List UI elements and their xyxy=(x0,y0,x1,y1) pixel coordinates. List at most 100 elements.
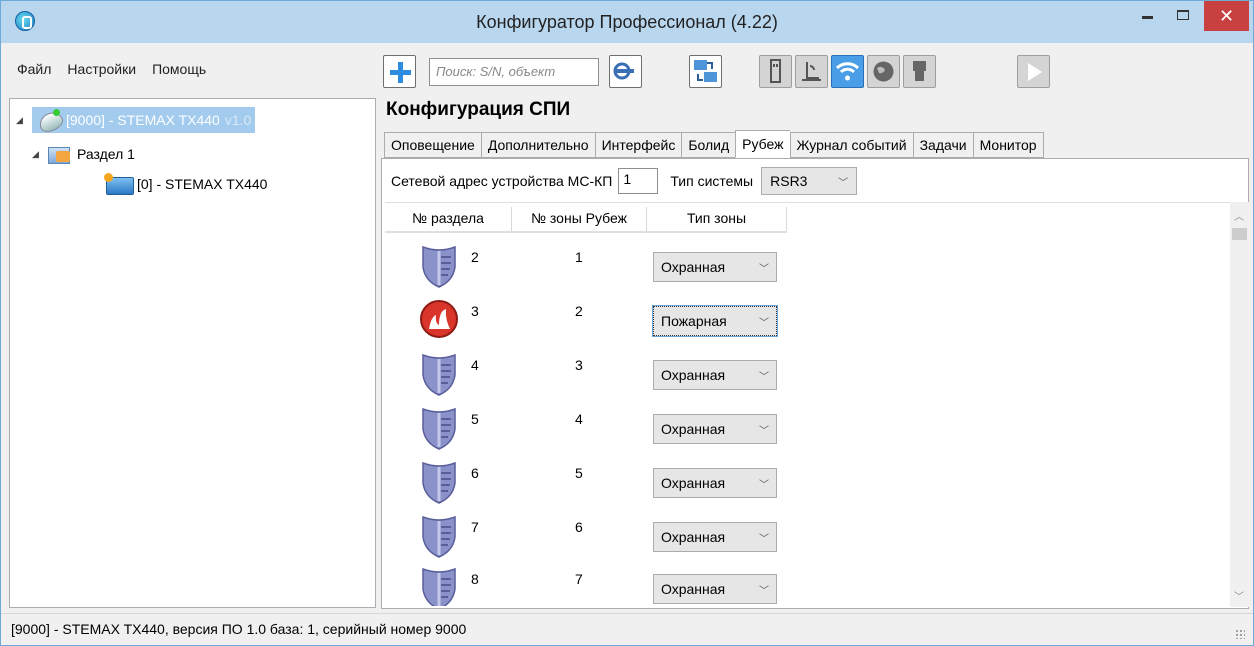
page-title: Конфигурация СПИ xyxy=(386,99,571,120)
grid-header: № раздела № зоны Рубеж Тип зоны xyxy=(385,207,787,233)
chevron-down-icon: ﹀ xyxy=(759,425,769,437)
sync-button[interactable] xyxy=(689,55,722,88)
key-button[interactable] xyxy=(609,55,642,88)
zone-type-value: Пожарная xyxy=(661,313,727,329)
wifi-button[interactable] xyxy=(831,55,864,88)
search-input[interactable]: Поиск: S/N, объект xyxy=(429,58,599,86)
shield-icon xyxy=(419,243,459,289)
table-row[interactable]: 5 4 Охранная ﹀ xyxy=(385,405,1205,455)
serial-button[interactable] xyxy=(903,55,936,88)
column-header-partition[interactable]: № раздела xyxy=(385,207,512,231)
window-title: Конфигуратор Профессионал (4.22) xyxy=(476,12,778,32)
fire-icon xyxy=(419,299,459,339)
section-folder-icon xyxy=(48,144,74,164)
shield-icon xyxy=(419,459,459,505)
table-row[interactable]: 8 7 Охранная ﹀ xyxy=(385,565,1205,606)
menu-help[interactable]: Помощь xyxy=(144,61,214,85)
satellite-dish-icon xyxy=(36,109,64,131)
chevron-down-icon: ﹀ xyxy=(838,177,849,189)
system-type-label: Тип системы xyxy=(670,173,754,189)
tree-item-root[interactable]: ◢ [9000] - STEMAX TX440 v1.0 xyxy=(16,107,256,133)
table-row[interactable]: 6 5 Охранная ﹀ xyxy=(385,459,1205,509)
minimize-button[interactable] xyxy=(1129,1,1165,31)
chevron-down-icon: ﹀ xyxy=(759,533,769,545)
add-button[interactable] xyxy=(383,55,416,88)
system-type-select[interactable]: RSR3 ﹀ xyxy=(761,167,858,195)
tab-additional[interactable]: Дополнительно xyxy=(480,132,595,158)
resize-grip-icon[interactable] xyxy=(1235,629,1245,639)
tab-bolid[interactable]: Болид xyxy=(681,132,736,158)
object-tree[interactable]: ◢ [9000] - STEMAX TX440 v1.0 ◢ Раздел 1 … xyxy=(9,98,376,608)
key-icon xyxy=(613,62,634,80)
menu-settings[interactable]: Настройки xyxy=(59,61,144,85)
tree-item-section[interactable]: ◢ Раздел 1 xyxy=(32,141,135,167)
app-window: Конфигуратор Профессионал (4.22) ✕ Файл … xyxy=(0,0,1254,646)
zone-number: 3 xyxy=(575,357,583,373)
zone-type-select[interactable]: Охранная ﹀ xyxy=(653,522,777,552)
column-header-zone-type[interactable]: Тип зоны xyxy=(647,207,787,231)
zone-type-value: Охранная xyxy=(661,581,726,597)
zone-type-select[interactable]: Охранная ﹀ xyxy=(653,414,777,444)
globe-button[interactable] xyxy=(867,55,900,88)
system-type-value: RSR3 xyxy=(770,173,808,189)
tab-interface[interactable]: Интерфейс xyxy=(594,132,682,158)
chevron-down-icon: ﹀ xyxy=(759,371,769,383)
status-bar: [9000] - STEMAX TX440, версия ПО 1.0 баз… xyxy=(1,613,1253,645)
zone-type-value: Охранная xyxy=(661,421,726,437)
network-address-label: Сетевой адрес устройства МС-КП xyxy=(391,173,613,189)
zone-type-select[interactable]: Охранная ﹀ xyxy=(653,252,777,282)
zone-number: 6 xyxy=(575,519,583,535)
zones-grid[interactable]: № раздела № зоны Рубеж Тип зоны 2 1 Охра… xyxy=(385,202,1230,606)
tab-monitor[interactable]: Монитор xyxy=(972,132,1044,158)
tree-item-device-label: [0] - STEMAX TX440 xyxy=(137,176,268,192)
zone-type-select[interactable]: Охранная ﹀ xyxy=(653,360,777,390)
vertical-scrollbar[interactable]: ︿ ﹀ xyxy=(1230,202,1249,607)
zone-number: 1 xyxy=(575,249,583,265)
scroll-up-icon[interactable]: ︿ xyxy=(1234,208,1244,223)
tree-item-root-version: v1.0 xyxy=(224,112,252,128)
table-row[interactable]: 3 2 Пожарная ﹀ xyxy=(385,297,1205,347)
expand-arrow-icon[interactable]: ◢ xyxy=(32,149,44,160)
status-text: [9000] - STEMAX TX440, версия ПО 1.0 баз… xyxy=(11,621,467,637)
shield-icon xyxy=(419,513,459,559)
close-button[interactable]: ✕ xyxy=(1204,1,1249,31)
partition-number: 7 xyxy=(471,519,479,535)
device-icon xyxy=(104,173,134,195)
maximize-button[interactable] xyxy=(1165,1,1201,31)
modem-icon xyxy=(802,62,821,81)
usb-icon xyxy=(770,59,781,83)
scroll-thumb[interactable] xyxy=(1232,228,1247,240)
column-header-zone[interactable]: № зоны Рубеж xyxy=(512,207,647,231)
zone-type-select[interactable]: Охранная ﹀ xyxy=(653,468,777,498)
partition-number: 8 xyxy=(471,571,479,587)
network-address-input[interactable]: 1 xyxy=(618,168,659,194)
tab-event-log[interactable]: Журнал событий xyxy=(789,132,913,158)
tree-item-root-selected[interactable]: [9000] - STEMAX TX440 v1.0 xyxy=(32,107,256,133)
shield-icon xyxy=(419,351,459,397)
expand-arrow-icon[interactable]: ◢ xyxy=(16,115,28,126)
title-bar[interactable]: Конфигуратор Профессионал (4.22) ✕ xyxy=(1,1,1253,43)
tree-item-device[interactable]: [0] - STEMAX TX440 xyxy=(104,171,267,197)
tab-tasks[interactable]: Задачи xyxy=(912,132,973,158)
tab-notification[interactable]: Оповещение xyxy=(384,132,481,158)
tab-rubezh[interactable]: Рубеж xyxy=(735,130,790,158)
shield-icon xyxy=(419,565,459,606)
tab-bar: Оповещение Дополнительно Интерфейс Болид… xyxy=(384,130,1044,158)
table-row[interactable]: 4 3 Охранная ﹀ xyxy=(385,351,1205,401)
table-row[interactable]: 2 1 Охранная ﹀ xyxy=(385,243,1205,293)
modem-button[interactable] xyxy=(795,55,828,88)
chevron-down-icon: ﹀ xyxy=(759,317,769,329)
usb-button[interactable] xyxy=(759,55,792,88)
partition-number: 6 xyxy=(471,465,479,481)
zone-type-select[interactable]: Охранная ﹀ xyxy=(653,574,777,604)
plus-icon xyxy=(390,62,411,83)
table-row[interactable]: 7 6 Охранная ﹀ xyxy=(385,513,1205,563)
run-button[interactable] xyxy=(1017,55,1050,88)
zone-number: 4 xyxy=(575,411,583,427)
menu-file[interactable]: Файл xyxy=(9,61,59,85)
globe-icon xyxy=(873,61,894,82)
scroll-down-icon[interactable]: ﹀ xyxy=(1234,588,1244,603)
zone-type-select[interactable]: Пожарная ﹀ xyxy=(652,305,778,337)
device-settings-row: Сетевой адрес устройства МС-КП 1 Тип сис… xyxy=(391,167,858,195)
partition-number: 4 xyxy=(471,357,479,373)
